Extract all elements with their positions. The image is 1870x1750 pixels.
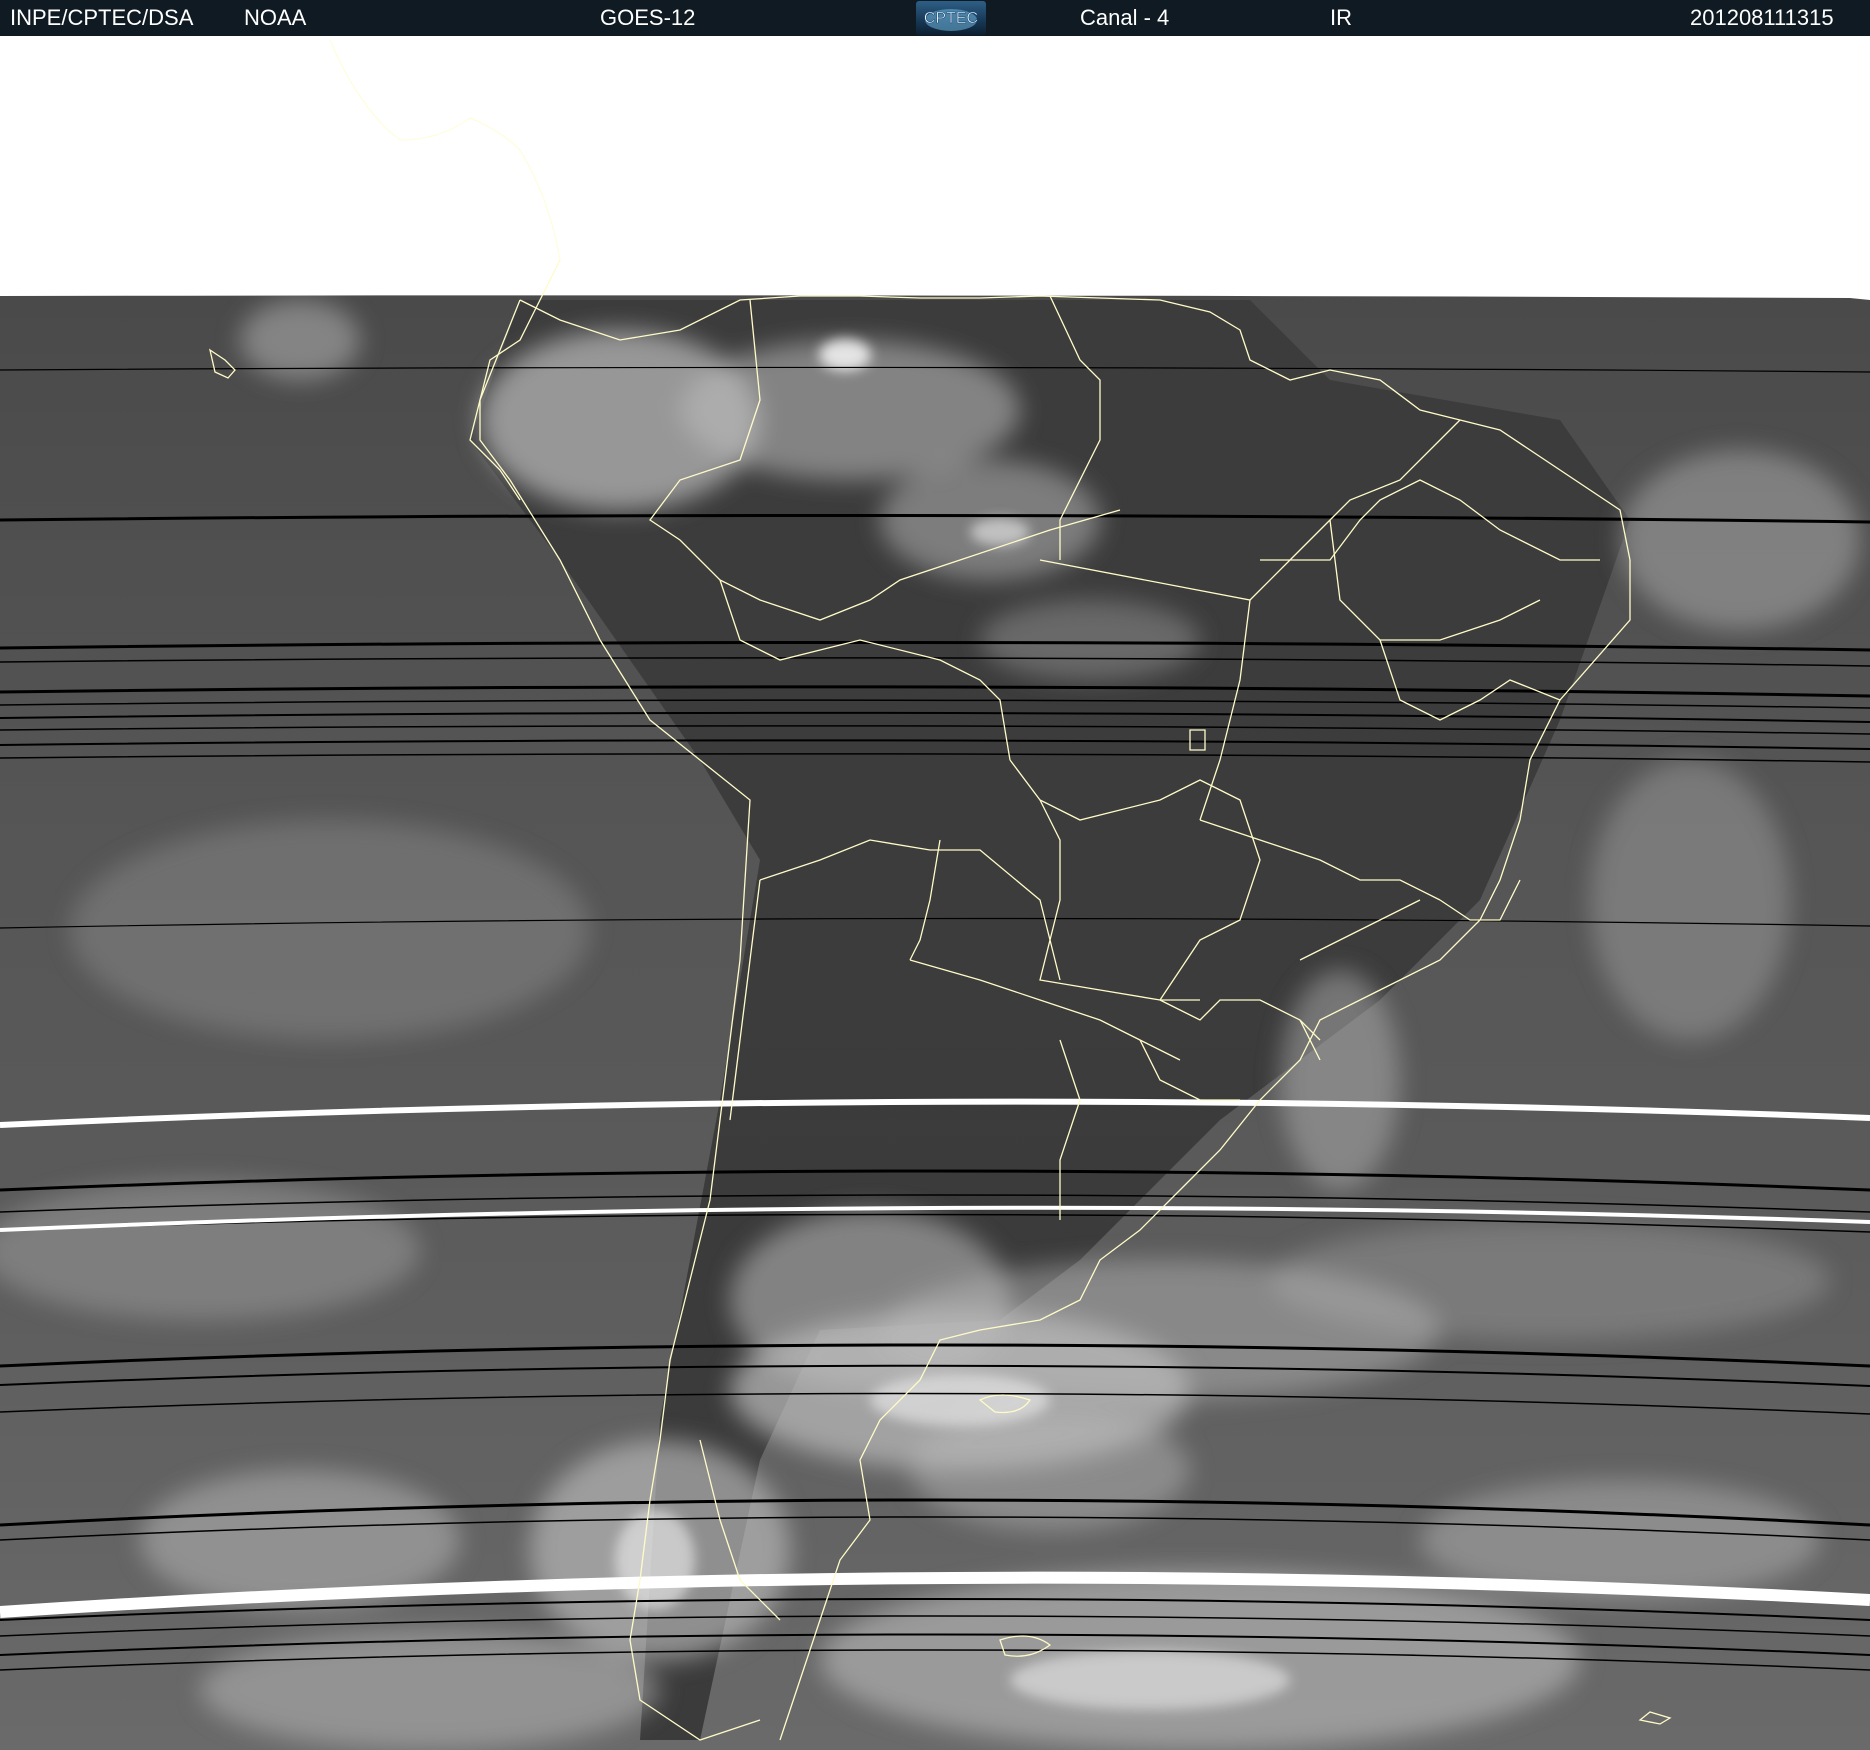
- satellite-image: [0, 36, 1870, 1750]
- channel-label: Canal - 4: [1080, 5, 1170, 30]
- no-data-region: [0, 36, 1870, 298]
- band-label: IR: [1330, 5, 1352, 30]
- source-label: NOAA: [244, 5, 307, 30]
- agency-label: INPE/CPTEC/DSA: [10, 5, 194, 30]
- logo-text: CPTEC: [924, 10, 978, 27]
- image-header-bar: INPE/CPTEC/DSA NOAA GOES-12 CPTEC Canal …: [0, 0, 1870, 36]
- infrared-imagery: [0, 295, 1870, 1750]
- cptec-logo: CPTEC: [916, 1, 986, 35]
- timestamp-label: 201208111315: [1690, 5, 1834, 30]
- satellite-label: GOES-12: [600, 5, 696, 30]
